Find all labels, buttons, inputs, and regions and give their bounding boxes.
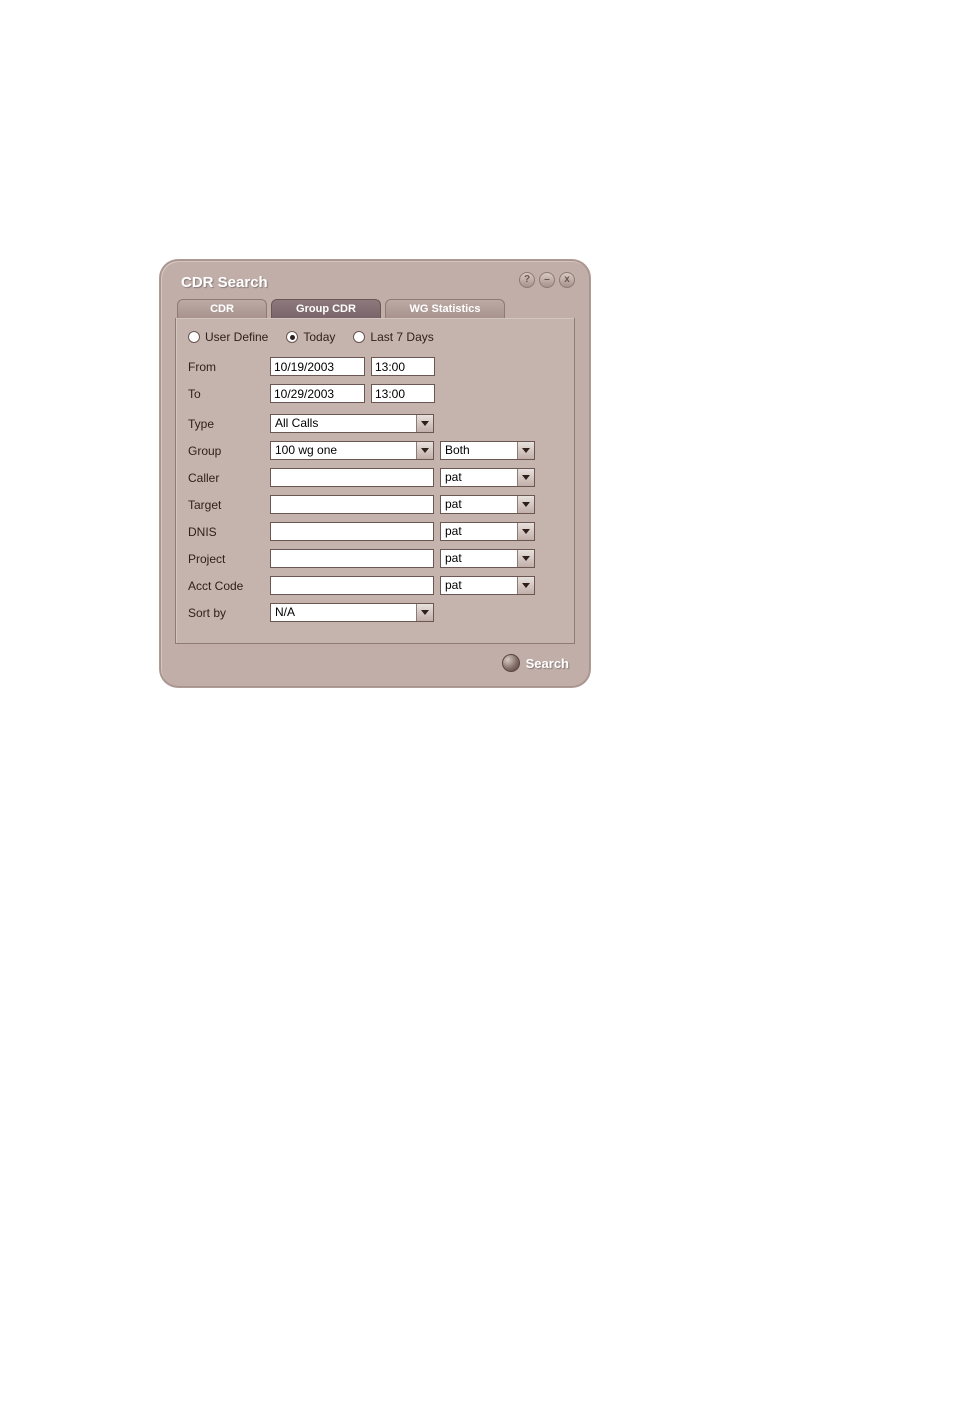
group-value: 100 wg one bbox=[271, 442, 416, 459]
label-sort-by: Sort by bbox=[188, 606, 270, 620]
tab-bar: CDR Group CDR WG Statistics bbox=[161, 299, 589, 318]
radio-today[interactable]: Today bbox=[286, 330, 335, 344]
radio-last-7-days[interactable]: Last 7 Days bbox=[353, 330, 433, 344]
chevron-down-icon bbox=[517, 577, 534, 594]
search-button[interactable]: Search bbox=[502, 654, 569, 672]
caller-side-select[interactable]: pat bbox=[440, 468, 535, 487]
from-time-input[interactable] bbox=[371, 357, 435, 376]
chevron-down-icon bbox=[416, 415, 433, 432]
search-label: Search bbox=[526, 656, 569, 671]
footer: Search bbox=[161, 654, 589, 686]
target-side-value: pat bbox=[441, 496, 517, 513]
radio-user-define[interactable]: User Define bbox=[188, 330, 268, 344]
project-side-value: pat bbox=[441, 550, 517, 567]
sort-by-value: N/A bbox=[271, 604, 416, 621]
target-side-select[interactable]: pat bbox=[440, 495, 535, 514]
close-button[interactable]: x bbox=[559, 272, 575, 288]
to-date-input[interactable] bbox=[270, 384, 365, 403]
row-from: From bbox=[188, 356, 562, 377]
caller-side-value: pat bbox=[441, 469, 517, 486]
label-type: Type bbox=[188, 417, 270, 431]
acct-code-input[interactable] bbox=[270, 576, 434, 595]
group-select[interactable]: 100 wg one bbox=[270, 441, 434, 460]
chevron-down-icon bbox=[517, 469, 534, 486]
minimize-button[interactable]: – bbox=[539, 272, 555, 288]
label-acct-code: Acct Code bbox=[188, 579, 270, 593]
label-dnis: DNIS bbox=[188, 525, 270, 539]
radio-icon bbox=[353, 331, 365, 343]
tab-wg-statistics[interactable]: WG Statistics bbox=[385, 299, 505, 318]
tab-cdr[interactable]: CDR bbox=[177, 299, 267, 318]
row-target: Target pat bbox=[188, 494, 562, 515]
window-title: CDR Search bbox=[181, 274, 268, 291]
radio-label: Last 7 Days bbox=[370, 330, 433, 344]
label-from: From bbox=[188, 360, 270, 374]
type-select[interactable]: All Calls bbox=[270, 414, 434, 433]
target-input[interactable] bbox=[270, 495, 434, 514]
tab-group-cdr[interactable]: Group CDR bbox=[271, 299, 381, 318]
cdr-search-window: CDR Search ? – x CDR Group CDR WG Statis… bbox=[160, 260, 590, 687]
acct-side-value: pat bbox=[441, 577, 517, 594]
titlebar: CDR Search ? – x bbox=[161, 261, 589, 297]
group-side-select[interactable]: Both bbox=[440, 441, 535, 460]
radio-icon bbox=[188, 331, 200, 343]
row-caller: Caller pat bbox=[188, 467, 562, 488]
chevron-down-icon bbox=[416, 442, 433, 459]
chevron-down-icon bbox=[517, 442, 534, 459]
chevron-down-icon bbox=[416, 604, 433, 621]
row-group: Group 100 wg one Both bbox=[188, 440, 562, 461]
row-sort-by: Sort by N/A bbox=[188, 602, 562, 623]
chevron-down-icon bbox=[517, 550, 534, 567]
label-group: Group bbox=[188, 444, 270, 458]
caller-input[interactable] bbox=[270, 468, 434, 487]
date-range-radios: User Define Today Last 7 Days bbox=[188, 330, 562, 344]
dnis-input[interactable] bbox=[270, 522, 434, 541]
acct-side-select[interactable]: pat bbox=[440, 576, 535, 595]
sort-by-select[interactable]: N/A bbox=[270, 603, 434, 622]
row-type: Type All Calls bbox=[188, 413, 562, 434]
search-orb-icon bbox=[502, 654, 520, 672]
project-input[interactable] bbox=[270, 549, 434, 568]
chevron-down-icon bbox=[517, 523, 534, 540]
chevron-down-icon bbox=[517, 496, 534, 513]
radio-label: User Define bbox=[205, 330, 268, 344]
label-target: Target bbox=[188, 498, 270, 512]
from-date-input[interactable] bbox=[270, 357, 365, 376]
label-project: Project bbox=[188, 552, 270, 566]
dnis-side-value: pat bbox=[441, 523, 517, 540]
row-dnis: DNIS pat bbox=[188, 521, 562, 542]
to-time-input[interactable] bbox=[371, 384, 435, 403]
form-panel: User Define Today Last 7 Days From To Ty… bbox=[175, 318, 575, 644]
label-to: To bbox=[188, 387, 270, 401]
row-acct-code: Acct Code pat bbox=[188, 575, 562, 596]
project-side-select[interactable]: pat bbox=[440, 549, 535, 568]
row-project: Project pat bbox=[188, 548, 562, 569]
type-value: All Calls bbox=[271, 415, 416, 432]
radio-label: Today bbox=[303, 330, 335, 344]
dnis-side-select[interactable]: pat bbox=[440, 522, 535, 541]
row-to: To bbox=[188, 383, 562, 404]
help-button[interactable]: ? bbox=[519, 272, 535, 288]
group-side-value: Both bbox=[441, 442, 517, 459]
label-caller: Caller bbox=[188, 471, 270, 485]
radio-icon bbox=[286, 331, 298, 343]
window-controls: ? – x bbox=[519, 272, 575, 288]
